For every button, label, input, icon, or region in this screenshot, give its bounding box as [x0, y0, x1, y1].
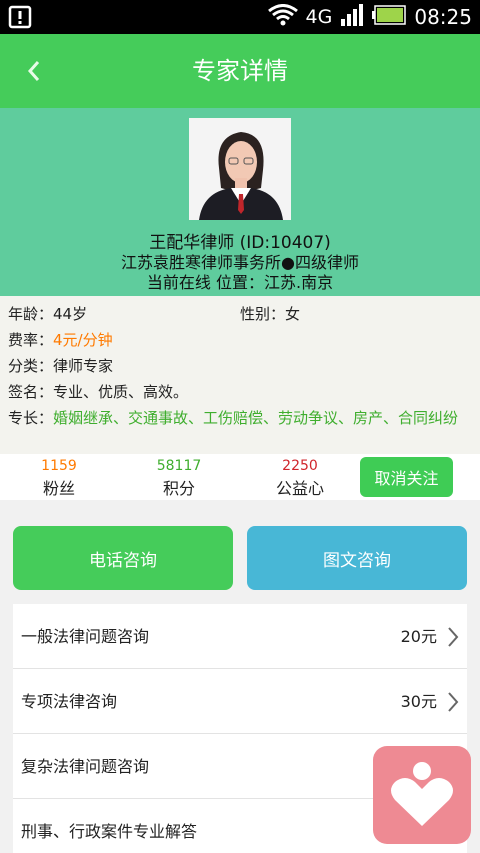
unfollow-button[interactable]: 取消关注	[360, 457, 453, 497]
gender-row: 性别：女	[240, 303, 300, 324]
info-section: 年龄：44岁 性别：女 费率：4元/分钟 分类：律师专家 签名：专业、优质、高效…	[0, 296, 480, 454]
fans-stat[interactable]: 1159 粉丝	[9, 458, 109, 499]
phone-consult-button[interactable]: 电话咨询	[13, 526, 233, 590]
page-title: 专家详情	[192, 57, 288, 85]
stats-bar: 1159 粉丝 58117 积分 2250 公益心 取消关注	[0, 454, 480, 500]
rate-label: 费率：	[8, 331, 54, 349]
rate-value: 4元/分钟	[53, 331, 113, 349]
age-label: 年龄：	[8, 305, 54, 323]
points-stat[interactable]: 58117 积分	[129, 458, 229, 499]
service-price: 30元	[400, 692, 437, 711]
signature-row: 签名：专业、优质、高效。	[8, 381, 188, 402]
fans-label: 粉丝	[42, 479, 75, 498]
network-type-label: 4G	[305, 6, 333, 28]
wifi-icon	[267, 3, 298, 31]
specialty-value: 婚姻继承、交通事故、工伤赔偿、劳动争议、房产、合同纠纷	[53, 409, 459, 427]
service-item[interactable]: 一般法律问题咨询 20元	[13, 604, 467, 669]
charity-count: 2250	[282, 458, 318, 474]
specialty-label: 专长：	[8, 409, 54, 427]
signature-value: 专业、优质、高效。	[53, 383, 189, 401]
signal-icon	[340, 3, 364, 31]
back-button[interactable]	[14, 46, 54, 96]
specialty-row: 专长：婚姻继承、交通事故、工伤赔偿、劳动争议、房产、合同纠纷	[8, 408, 472, 428]
signature-label: 签名：	[8, 383, 54, 401]
service-name: 刑事、行政案件专业解答	[21, 822, 198, 841]
charity-label: 公益心	[275, 479, 324, 498]
fans-count: 1159	[41, 458, 77, 474]
heart-person-icon	[391, 762, 453, 826]
rate-row: 费率：4元/分钟	[8, 329, 113, 350]
avatar	[189, 118, 291, 220]
category-value: 律师专家	[53, 357, 114, 375]
age-value: 44岁	[53, 305, 88, 323]
notification-alert-icon	[8, 5, 32, 33]
points-count: 58117	[156, 458, 202, 474]
points-label: 积分	[162, 479, 195, 498]
gender-value: 女	[285, 305, 301, 323]
chevron-left-icon	[27, 61, 40, 81]
service-price: 20元	[400, 627, 437, 646]
age-row: 年龄：44岁	[8, 303, 87, 324]
charity-stat[interactable]: 2250 公益心	[250, 458, 350, 499]
online-location: 当前在线 位置：江苏.南京	[146, 273, 334, 292]
battery-icon	[372, 4, 407, 30]
service-name: 专项法律咨询	[21, 692, 118, 711]
service-item[interactable]: 专项法律咨询 30元	[13, 669, 467, 734]
category-label: 分类：	[8, 357, 54, 375]
gender-label: 性别：	[240, 305, 286, 323]
clock: 08:25	[414, 5, 472, 29]
category-row: 分类：律师专家	[8, 355, 113, 376]
profile-section: 王配华律师 (ID:10407) 江苏袁胜寒律师事务所●四级律师 当前在线 位置…	[0, 108, 480, 296]
service-name: 复杂法律问题咨询	[21, 757, 150, 776]
chevron-right-icon	[447, 669, 459, 734]
chevron-right-icon	[447, 604, 459, 669]
service-name: 一般法律问题咨询	[21, 627, 150, 646]
floating-heart-button[interactable]	[373, 746, 471, 844]
text-consult-button[interactable]: 图文咨询	[247, 526, 467, 590]
app-bar: 专家详情	[0, 34, 480, 108]
status-bar: 4G 08:25	[0, 0, 480, 34]
